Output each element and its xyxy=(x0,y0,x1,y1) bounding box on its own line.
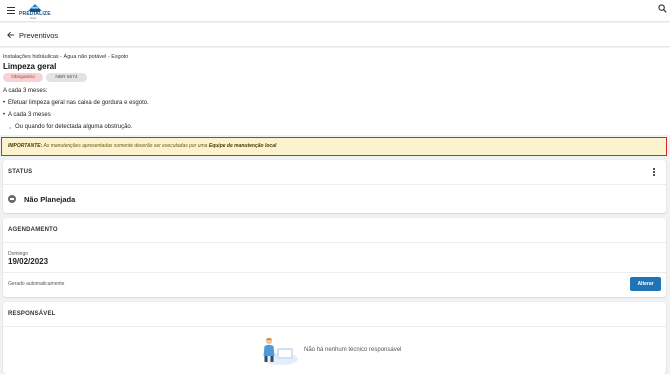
list-item: Efetuar limpeza geral nas caixa de gordu… xyxy=(3,100,149,106)
status-title: STATUS xyxy=(8,169,33,175)
maintenance-info: Instalações hidráulicas - Água não potáv… xyxy=(0,48,670,135)
important-notice: IMPORTANTE: As manutenções apresentadas … xyxy=(1,137,667,156)
list-item: A cada 3 meses xyxy=(3,112,51,118)
schedule-card: AGENDAMENTO Domingo 19/02/2023 Gerado au… xyxy=(3,218,666,297)
responsible-title: RESPONSÁVEL xyxy=(8,311,56,317)
schedule-date: 19/02/2023 xyxy=(8,257,49,266)
status-card: STATUS Não Planejada xyxy=(3,160,666,213)
top-bar: PREDIALIZE brasil xyxy=(0,0,670,22)
divider xyxy=(3,326,666,327)
divider xyxy=(3,242,666,243)
sub-list-item: Ou quando for detectada alguma obstrução… xyxy=(9,124,132,130)
maintenance-title: Limpeza geral xyxy=(3,62,57,71)
alter-button[interactable]: Alterar xyxy=(630,277,661,291)
divider xyxy=(3,272,666,273)
schedule-title: AGENDAMENTO xyxy=(8,227,58,233)
breadcrumb: Instalações hidráulicas - Água não potáv… xyxy=(3,54,129,60)
back-arrow-icon[interactable] xyxy=(7,31,15,39)
required-tag: Obrigatório xyxy=(3,73,43,82)
more-vertical-icon[interactable] xyxy=(653,168,655,176)
responsible-card: RESPONSÁVEL Não há nenhum técnico respon… xyxy=(3,302,666,374)
search-icon[interactable] xyxy=(658,4,667,13)
status-value: Não Planejada xyxy=(24,195,76,204)
frequency-label: A cada 3 meses: xyxy=(3,88,48,94)
important-message: As manutenções apresentadas somente deve… xyxy=(42,143,209,149)
status-minus-icon xyxy=(8,195,16,203)
technician-illustration xyxy=(263,337,298,365)
menu-icon[interactable] xyxy=(7,7,15,15)
important-text: IMPORTANTE: As manutenções apresentadas … xyxy=(8,143,276,149)
logo-subtext: brasil xyxy=(30,17,36,20)
page-title: Preventivos xyxy=(19,31,59,40)
no-technician-text: Não há nenhum técnico responsável xyxy=(304,347,402,353)
important-emphasis: Equipe de manutenção local xyxy=(208,143,277,149)
schedule-note: Gerado automaticamente xyxy=(8,281,65,287)
page-header: Preventivos xyxy=(0,23,670,47)
divider xyxy=(3,184,666,185)
important-label: IMPORTANTE: xyxy=(8,143,43,149)
norm-tag: NBR 5674 xyxy=(46,73,87,82)
